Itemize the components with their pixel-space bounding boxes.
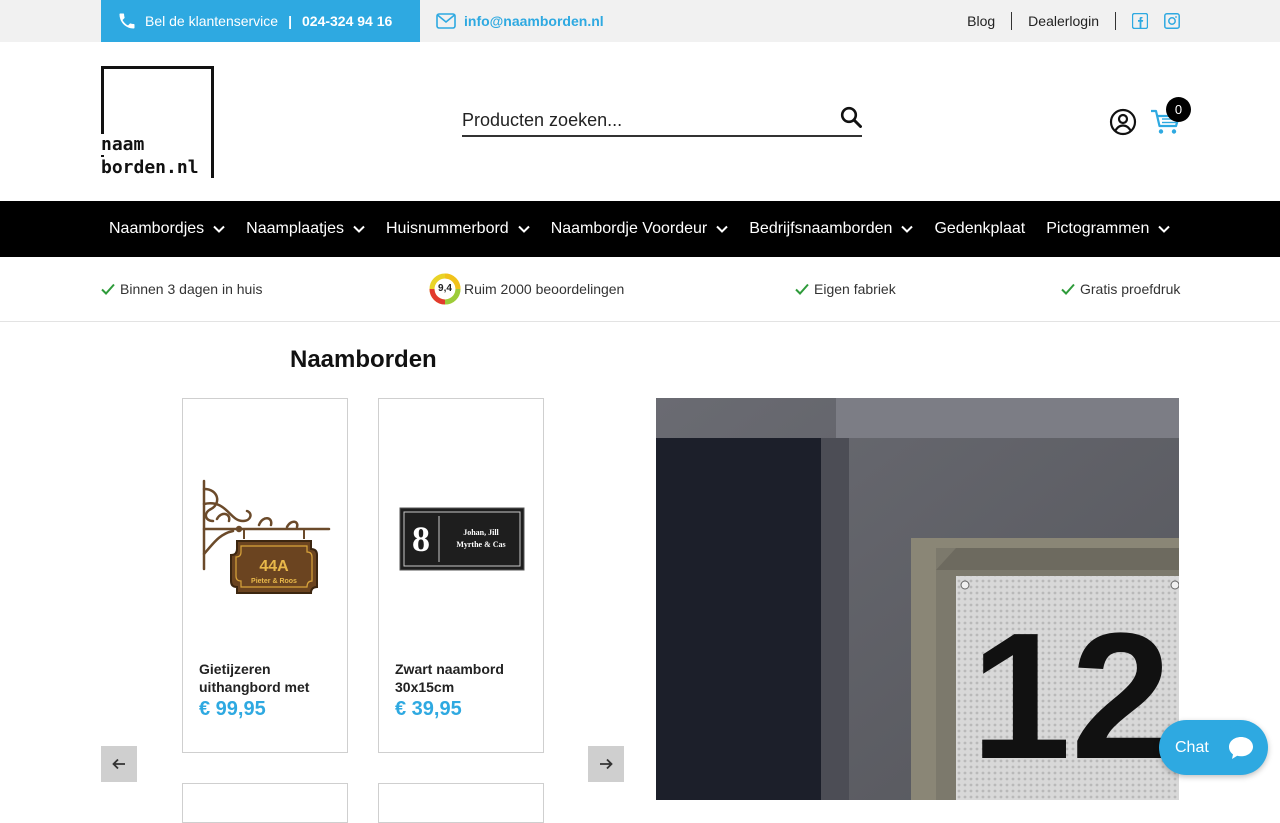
nav-item-label: Gedenkplaat xyxy=(934,220,1026,237)
nav-item-naamplaatjes[interactable]: Naamplaatjes xyxy=(246,220,365,238)
usp-reviews[interactable]: 9,4 Ruim 2000 beoordelingen xyxy=(429,257,624,321)
nav-item-naambordjes[interactable]: Naambordjes xyxy=(109,220,225,238)
product-price: € 39,95 xyxy=(395,698,462,720)
usp-delivery: Binnen 3 dagen in huis xyxy=(101,257,262,321)
check-icon xyxy=(101,283,115,295)
top-bar: Bel de klantenservice | 024-324 94 16 in… xyxy=(0,0,1280,42)
nav-item-label: Pictogrammen xyxy=(1046,220,1150,237)
carousel-next-button[interactable] xyxy=(588,746,624,782)
nav-item-label: Bedrijfsnaamborden xyxy=(749,220,893,237)
cart-count-badge: 0 xyxy=(1166,97,1191,122)
plate-number-text: 8 xyxy=(412,519,430,559)
search-bar xyxy=(462,100,862,137)
chat-icon xyxy=(1228,736,1253,759)
product-image-cast-iron-sign: 44A Pieter & Roos xyxy=(202,479,331,594)
usp-factory: Eigen fabriek xyxy=(795,257,896,321)
phone-number[interactable]: 024-324 94 16 xyxy=(302,13,392,29)
nav-item-huisnummerbord[interactable]: Huisnummerbord xyxy=(386,220,530,238)
nav-item-pictogrammen[interactable]: Pictogrammen xyxy=(1046,220,1171,238)
chevron-down-icon[interactable] xyxy=(901,225,914,233)
main-navigation: Naambordjes Naamplaatjes Huisnummerbord Naa… xyxy=(0,201,1280,257)
search-icon[interactable] xyxy=(840,106,862,128)
product-name[interactable]: Zwart naambord 30x15cm xyxy=(395,660,529,696)
usp-proof-text: Gratis proefdruk xyxy=(1080,281,1181,297)
nav-item-label: Huisnummerbord xyxy=(385,220,509,237)
chevron-down-icon[interactable] xyxy=(716,225,728,233)
product-card-partial[interactable] xyxy=(378,783,544,823)
dealer-login-link[interactable]: Dealerlogin xyxy=(1028,13,1099,29)
usp-bar: Binnen 3 dagen in huis 9,4 Ruim 2000 beo… xyxy=(0,257,1280,322)
chat-button[interactable]: Chat xyxy=(1159,720,1268,775)
chat-label: Chat xyxy=(1175,738,1209,756)
house-number-photo: 12 xyxy=(656,398,1179,800)
blog-link[interactable]: Blog xyxy=(967,13,995,29)
facebook-icon[interactable] xyxy=(1132,13,1148,29)
rating-badge: 9,4 xyxy=(429,273,461,305)
account-icon[interactable] xyxy=(1109,108,1137,136)
nav-list: Naambordjes Naamplaatjes Huisnummerbord Naa… xyxy=(0,201,1280,257)
chevron-down-icon[interactable] xyxy=(353,225,365,233)
plate-name-text: Johan, Jill xyxy=(463,528,499,537)
arrow-right-icon xyxy=(600,758,613,770)
nav-item-label: Naambordjes xyxy=(109,220,205,237)
site-logo[interactable]: naam borden.nl xyxy=(101,66,214,178)
plate-number-text: 44A xyxy=(259,558,289,575)
product-price: € 99,95 xyxy=(199,698,266,720)
chevron-down-icon[interactable] xyxy=(213,225,225,233)
nav-item-label: Naambordje Voordeur xyxy=(550,220,708,237)
phone-separator: | xyxy=(288,13,292,29)
usp-proof: Gratis proefdruk xyxy=(1061,257,1180,321)
rating-score: 9,4 xyxy=(438,283,452,294)
nav-item-bedrijfsnaamborden[interactable]: Bedrijfsnaamborden xyxy=(749,220,914,238)
mail-icon xyxy=(436,13,456,29)
carousel-prev-button[interactable] xyxy=(101,746,137,782)
logo-text-line1: naam xyxy=(101,134,147,155)
product-card[interactable]: 8 Johan, Jill Myrthe & Cas Zwart naambor… xyxy=(378,398,544,753)
plate-name-text: Pieter & Roos xyxy=(251,578,297,585)
email-address[interactable]: info@naamborden.nl xyxy=(464,13,604,29)
product-card-partial[interactable] xyxy=(182,783,348,823)
usp-reviews-text[interactable]: Ruim 2000 beoordelingen xyxy=(464,281,624,297)
plate-name-text: Myrthe & Cas xyxy=(456,540,505,549)
usp-delivery-text: Binnen 3 dagen in huis xyxy=(120,281,263,297)
chat-bubble[interactable] xyxy=(1218,725,1263,770)
nav-item-label: Naamplaatjes xyxy=(246,220,344,237)
instagram-icon[interactable] xyxy=(1164,13,1180,29)
chevron-down-icon[interactable] xyxy=(1158,225,1171,233)
top-links: Blog Dealerlogin xyxy=(967,0,1180,42)
section-title: Naamborden xyxy=(290,346,437,373)
arrow-left-icon xyxy=(112,758,125,770)
nav-item-gedenkplaat[interactable]: Gedenkplaat xyxy=(934,220,1025,238)
logo-text-line2: borden.nl xyxy=(101,157,201,178)
product-card[interactable]: 44A Pieter & Roos Gietijzeren uithangbor… xyxy=(182,398,348,753)
check-icon xyxy=(1061,283,1075,295)
nav-item-naambordje-voordeur[interactable]: Naambordje Voordeur xyxy=(551,220,729,238)
phone-label: Bel de klantenservice xyxy=(145,13,279,29)
phone-icon xyxy=(119,13,135,29)
divider xyxy=(1115,12,1116,30)
search-input[interactable] xyxy=(462,100,822,135)
hero-image: 12 xyxy=(656,398,1179,800)
check-icon xyxy=(795,283,809,295)
chevron-down-icon[interactable] xyxy=(517,225,530,233)
product-name[interactable]: Gietijzeren uithangbord met xyxy=(199,660,333,696)
email-link[interactable]: info@naamborden.nl xyxy=(436,0,604,42)
house-number-text: 12 xyxy=(971,596,1171,797)
phone-contact[interactable]: Bel de klantenservice | 024-324 94 16 xyxy=(101,0,420,42)
divider xyxy=(1011,12,1013,30)
product-image-black-name-plate: 8 Johan, Jill Myrthe & Cas xyxy=(399,507,525,571)
usp-factory-text: Eigen fabriek xyxy=(814,281,896,297)
